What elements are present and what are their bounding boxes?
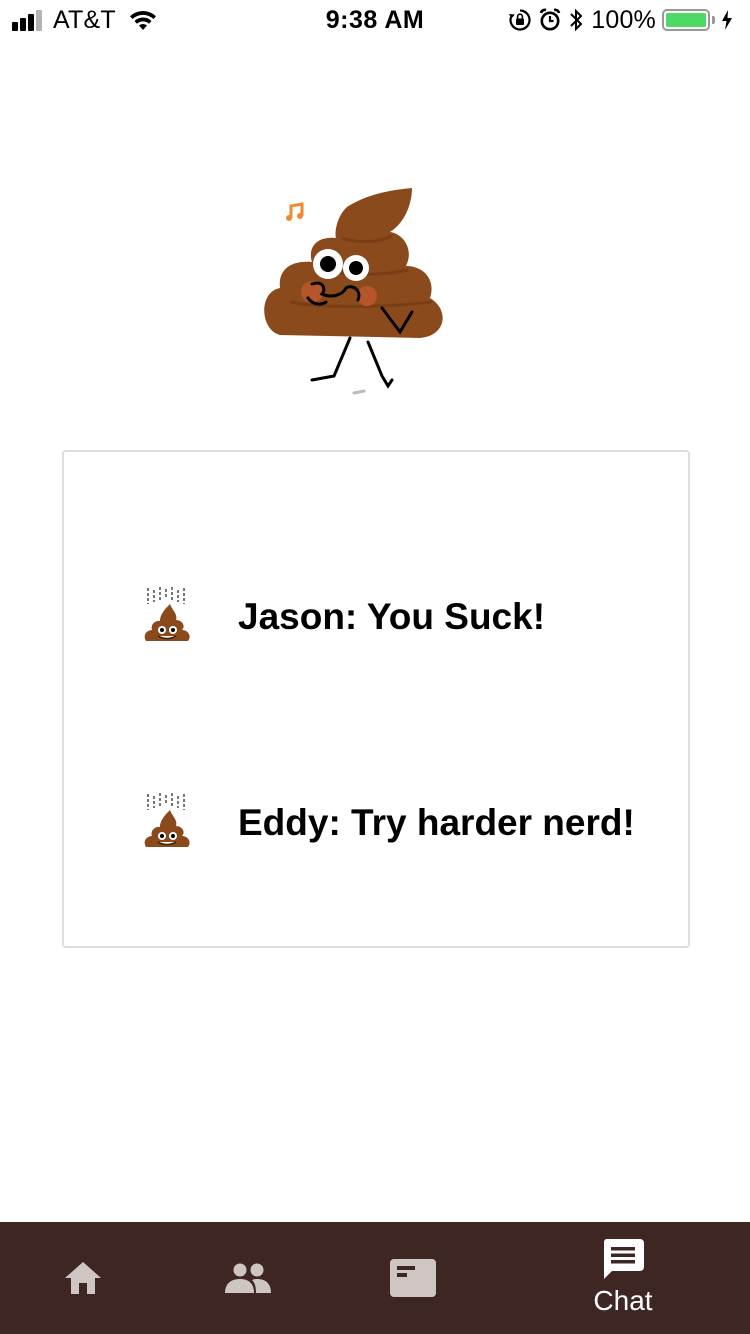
- alarm-icon: [539, 8, 561, 31]
- people-icon: [225, 1263, 271, 1293]
- battery-nub: [712, 16, 715, 24]
- status-right: 100%: [508, 6, 740, 34]
- music-note-icon: [286, 202, 304, 221]
- app-screen: AT&T 9:38 AM 100% Jason: You Suck! Eddy:…: [0, 0, 750, 1334]
- poop-emoji-icon: [144, 587, 190, 641]
- chat-message: Eddy: Try harder nerd!: [64, 792, 688, 854]
- home-icon: [65, 1262, 101, 1294]
- hero-illustration: [250, 180, 460, 410]
- poop-emoji-icon: [144, 793, 190, 847]
- tab-home[interactable]: [38, 1222, 128, 1334]
- chat-icon: [603, 1239, 644, 1279]
- status-bar: AT&T 9:38 AM 100%: [0, 0, 750, 40]
- dancing-poop-illustration: [264, 188, 443, 395]
- battery-icon: [662, 9, 710, 31]
- chat-card: Jason: You Suck! Eddy: Try harder nerd!: [62, 450, 690, 948]
- bluetooth-icon: [570, 8, 583, 32]
- tab-people[interactable]: [203, 1222, 293, 1334]
- orientation-lock-icon: [509, 9, 531, 31]
- chat-message-text: Eddy: Try harder nerd!: [238, 802, 635, 843]
- battery-percent: 100%: [591, 6, 656, 34]
- chat-message-text: Jason: You Suck!: [238, 596, 546, 637]
- tab-chat[interactable]: Chat: [568, 1222, 678, 1334]
- chat-message: Jason: You Suck!: [64, 586, 688, 648]
- tab-chat-label: Chat: [593, 1285, 653, 1316]
- card-icon: [390, 1259, 436, 1297]
- charging-icon: [722, 10, 732, 30]
- tab-card[interactable]: [368, 1222, 458, 1334]
- bottom-tab-bar: Chat: [0, 1222, 750, 1334]
